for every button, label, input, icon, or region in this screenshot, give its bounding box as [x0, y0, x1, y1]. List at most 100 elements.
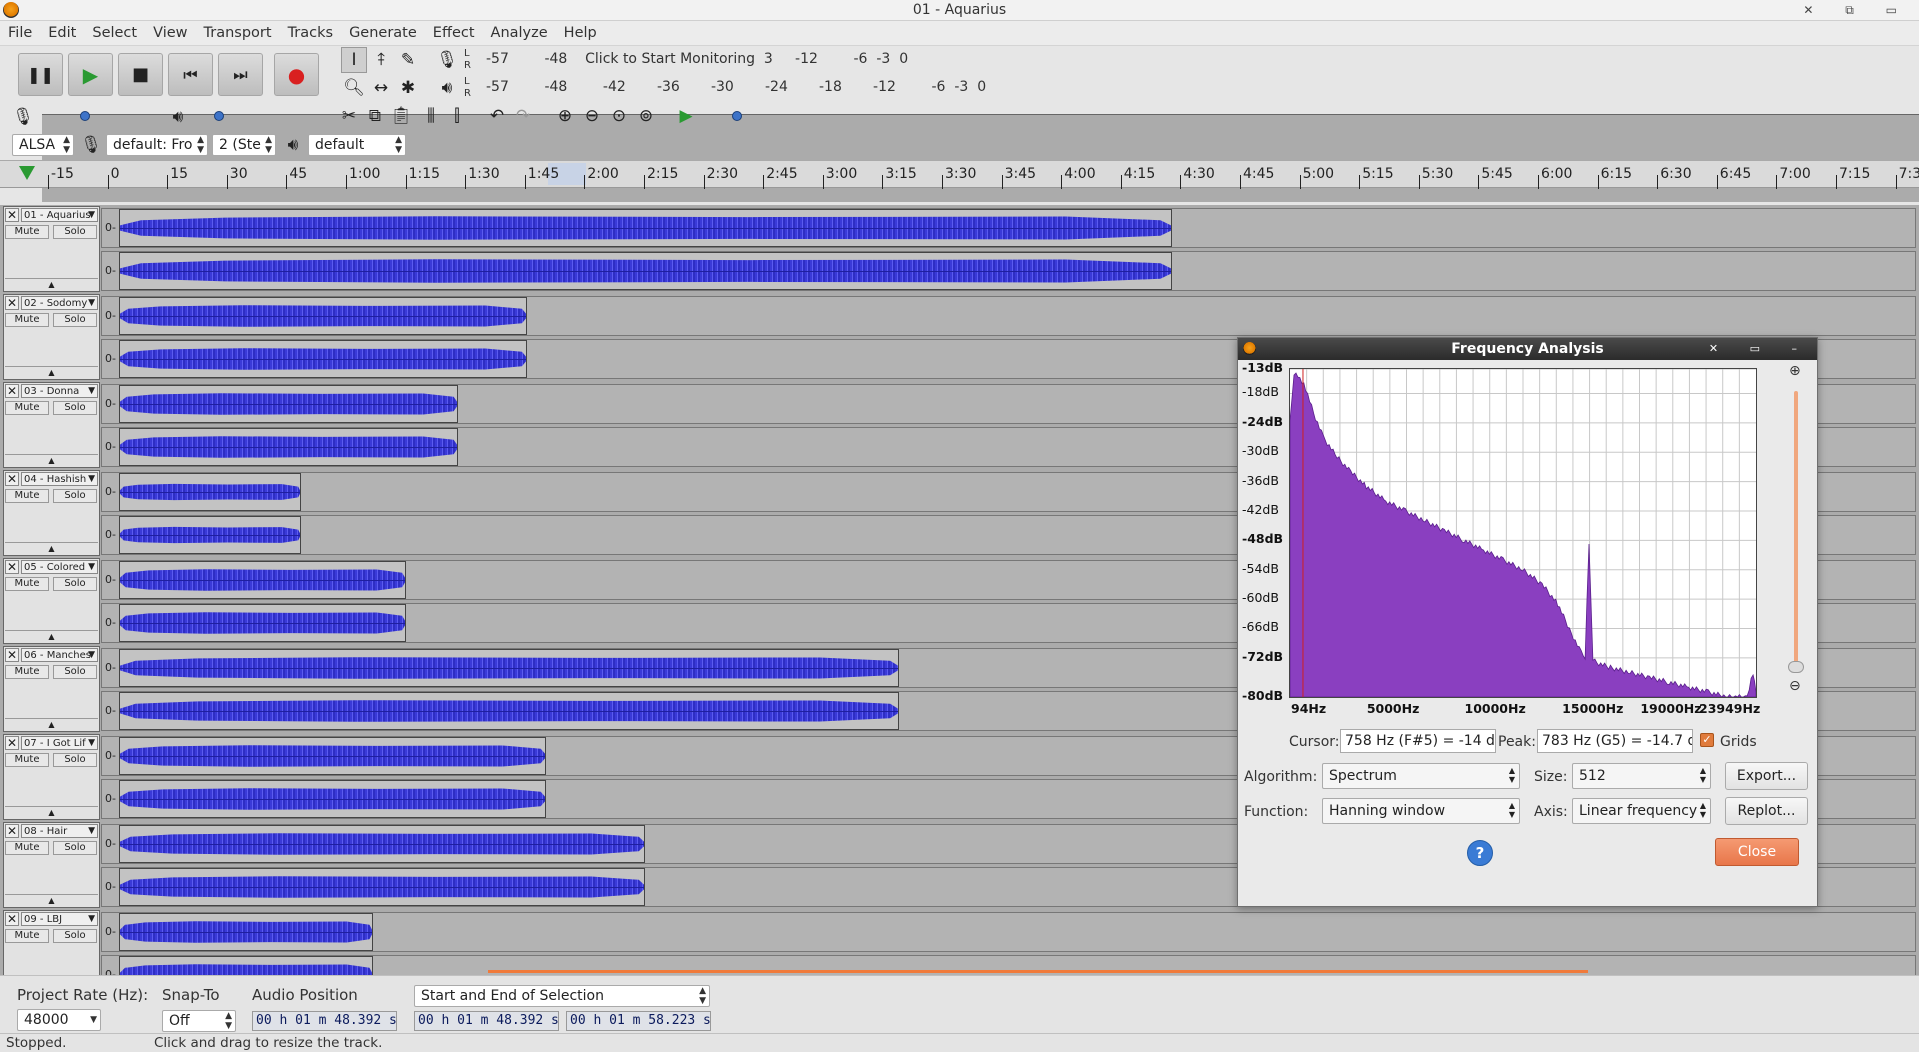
menu-edit[interactable]: Edit [40, 21, 84, 45]
track-close-icon[interactable]: ✕ [5, 912, 19, 926]
solo-button[interactable]: Solo [53, 929, 97, 943]
selection-mode-select[interactable]: Start and End of Selection ▲ ▼ [414, 985, 710, 1007]
audio-clip[interactable] [119, 649, 899, 687]
audio-clip[interactable] [119, 385, 458, 423]
audio-clip[interactable] [119, 297, 527, 335]
selection-end-field[interactable]: 00 h 01 m 58.223 s [566, 1011, 711, 1031]
track-name-menu[interactable]: 07 - I Got Lif ▼ [21, 736, 98, 750]
timeshift-tool-icon[interactable]: ↔ [368, 75, 394, 101]
replot-button[interactable]: Replot... [1725, 797, 1808, 825]
track-name-menu[interactable]: 06 - Manches ▼ [21, 648, 98, 662]
record-device-select[interactable]: default: Fro ▲ ▼ [106, 134, 208, 156]
track-close-icon[interactable]: ✕ [5, 824, 19, 838]
zoom-out-icon[interactable]: ⊖ [579, 103, 605, 129]
mute-button[interactable]: Mute [5, 313, 49, 327]
playback-device-select[interactable]: default ▲ ▼ [308, 134, 406, 156]
track-name-menu[interactable]: 03 - Donna ▼ [21, 384, 98, 398]
cut-icon[interactable]: ✂ [336, 103, 362, 129]
mute-button[interactable]: Mute [5, 929, 49, 943]
track-close-icon[interactable]: ✕ [5, 472, 19, 486]
silence-icon[interactable]: ⫿ [444, 103, 470, 129]
audio-clip[interactable] [119, 737, 546, 775]
channel-lane[interactable]: 0- [101, 208, 1916, 248]
collapse-track-icon[interactable]: ▲ [5, 278, 98, 290]
audio-clip[interactable] [119, 913, 373, 951]
audio-host-select[interactable]: ALSA ▲ ▼ [12, 134, 74, 156]
audio-clip[interactable] [119, 473, 301, 511]
size-select[interactable]: 512 ▲ ▼ [1572, 763, 1711, 789]
solo-button[interactable]: Solo [53, 489, 97, 503]
play-at-speed-icon[interactable]: ▶ [673, 103, 699, 129]
mute-button[interactable]: Mute [5, 401, 49, 415]
solo-button[interactable]: Solo [53, 401, 97, 415]
playback-meter[interactable]: LR -57 -48 -42 -36 -30 -24 -18 -12 -6 -3… [464, 76, 986, 102]
audio-clip[interactable] [119, 780, 546, 818]
play-button[interactable]: ▶ [68, 53, 113, 96]
vertical-zoom-slider-track[interactable] [1794, 391, 1798, 666]
collapse-track-icon[interactable]: ▲ [5, 542, 98, 554]
mute-button[interactable]: Mute [5, 577, 49, 591]
play-head-icon[interactable] [19, 166, 35, 180]
record-button[interactable]: ● [274, 53, 319, 96]
menu-help[interactable]: Help [556, 21, 605, 45]
audio-clip[interactable] [119, 868, 645, 906]
redo-icon[interactable]: ↷ [510, 103, 536, 129]
collapse-track-icon[interactable]: ▲ [5, 454, 98, 466]
multi-tool-icon[interactable]: ✱ [395, 75, 421, 101]
solo-button[interactable]: Solo [53, 577, 97, 591]
playback-meter-icon[interactable]: 🔊︎ [434, 75, 460, 101]
zoom-tool-icon[interactable]: 🔍︎ [341, 75, 367, 101]
zoom-in-icon[interactable]: ⊕ [552, 103, 578, 129]
record-meter[interactable]: LR -57 -48 Click to Start Monitoring 3 -… [464, 48, 908, 74]
mute-button[interactable]: Mute [5, 489, 49, 503]
spectrum-plot[interactable] [1289, 368, 1757, 698]
record-meter-icon[interactable]: 🎙︎ [434, 47, 460, 73]
track-control-panel[interactable]: ✕ 06 - Manches ▼ Mute Solo ▲ [3, 646, 100, 732]
selection-start-field[interactable]: 00 h 01 m 48.392 s [414, 1011, 559, 1031]
collapse-track-icon[interactable]: ▲ [5, 366, 98, 378]
solo-button[interactable]: Solo [53, 225, 97, 239]
track-control-panel[interactable]: ✕ 01 - Aquarius ▼ Mute Solo ▲ [3, 206, 100, 292]
audio-clip[interactable] [119, 692, 899, 730]
menu-transport[interactable]: Transport [196, 21, 280, 45]
collapse-track-icon[interactable]: ▲ [5, 894, 98, 906]
menu-generate[interactable]: Generate [341, 21, 425, 45]
collapse-track-icon[interactable]: ▲ [5, 806, 98, 818]
trim-icon[interactable]: ⫼ [418, 103, 444, 129]
audio-clip[interactable] [119, 956, 373, 975]
track-control-panel[interactable]: ✕ 03 - Donna ▼ Mute Solo ▲ [3, 382, 100, 468]
menu-view[interactable]: View [145, 21, 195, 45]
envelope-tool-icon[interactable]: ⤉ [368, 47, 394, 73]
draw-tool-icon[interactable]: ✎ [395, 47, 421, 73]
track-close-icon[interactable]: ✕ [5, 736, 19, 750]
skip-end-button[interactable]: ⏭ [218, 53, 263, 96]
track-close-icon[interactable]: ✕ [5, 648, 19, 662]
export-button[interactable]: Export... [1725, 762, 1808, 790]
track-name-menu[interactable]: 08 - Hair ▼ [21, 824, 98, 838]
mute-button[interactable]: Mute [5, 753, 49, 767]
track-name-menu[interactable]: 01 - Aquarius ▼ [21, 208, 98, 222]
algorithm-select[interactable]: Spectrum ▲ ▼ [1322, 763, 1520, 789]
playback-volume-slider[interactable] [196, 106, 1919, 202]
paste-icon[interactable]: 📋︎ [388, 103, 414, 129]
fit-project-icon[interactable]: ⊚ [633, 103, 659, 129]
channel-lane[interactable]: 0- [101, 296, 1916, 336]
track-close-icon[interactable]: ✕ [5, 560, 19, 574]
menu-analyze[interactable]: Analyze [483, 21, 556, 45]
solo-button[interactable]: Solo [53, 313, 97, 327]
track-name-menu[interactable]: 09 - LBJ ▼ [21, 912, 98, 926]
track-name-menu[interactable]: 02 - Sodomy ▼ [21, 296, 98, 310]
help-icon[interactable]: ? [1467, 840, 1493, 866]
channel-lane[interactable]: 0- [101, 251, 1916, 291]
solo-button[interactable]: Solo [53, 665, 97, 679]
axis-select[interactable]: Linear frequency ▲ ▼ [1572, 798, 1711, 824]
audio-clip[interactable] [119, 604, 406, 642]
channels-select[interactable]: 2 (Ste ▲ ▼ [212, 134, 276, 156]
window-controls[interactable]: ✕ ⧉ ▭ [1803, 0, 1911, 20]
play-speed-slider[interactable] [705, 106, 1919, 202]
snap-to-select[interactable]: Off ▲ ▼ [162, 1010, 236, 1032]
mute-button[interactable]: Mute [5, 665, 49, 679]
solo-button[interactable]: Solo [53, 841, 97, 855]
fit-selection-icon[interactable]: ⊙ [606, 103, 632, 129]
audio-clip[interactable] [119, 209, 1172, 247]
